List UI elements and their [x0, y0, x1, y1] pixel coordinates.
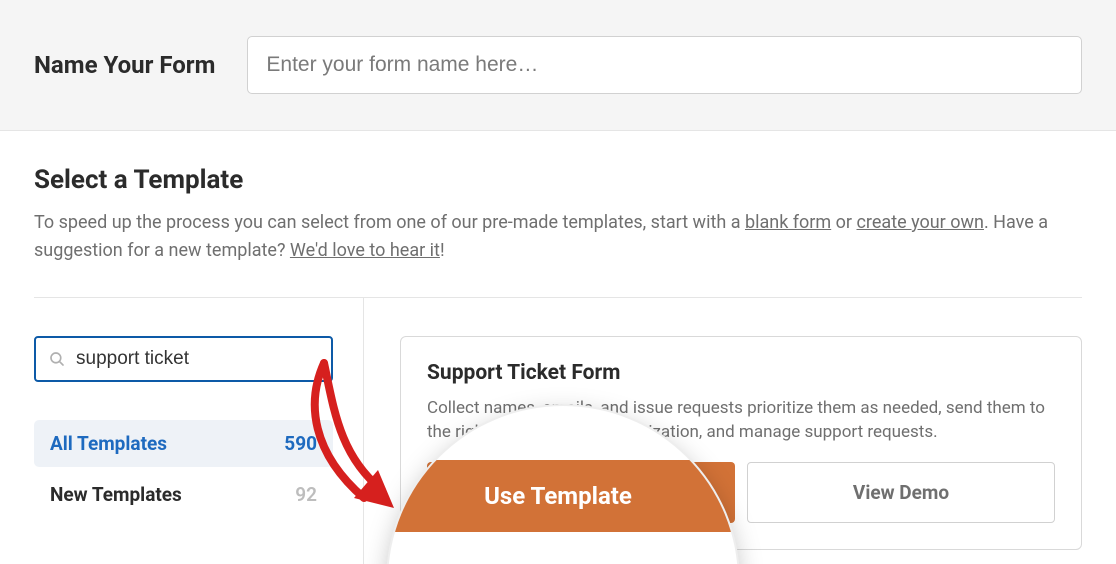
category-count: 92 [295, 483, 317, 506]
search-templates[interactable] [34, 336, 333, 382]
category-count: 590 [284, 432, 317, 455]
content-area: Select a Template To speed up the proces… [0, 131, 1116, 564]
link-blank-form[interactable]: blank form [745, 212, 831, 233]
template-results: Support Ticket Form Collect names, email… [364, 298, 1082, 564]
category-list: All Templates 590 New Templates 92 [34, 420, 333, 518]
desc-text-2: or [831, 212, 856, 233]
desc-text-1: To speed up the process you can select f… [34, 212, 745, 233]
template-title: Support Ticket Form [427, 361, 1055, 385]
template-description: Collect names, emails, and issue request… [427, 397, 1055, 445]
header-bar: Name Your Form [0, 0, 1116, 131]
view-demo-button[interactable]: View Demo [747, 462, 1055, 523]
select-template-heading: Select a Template [34, 165, 1082, 195]
use-template-button[interactable]: Use Template [427, 462, 735, 523]
category-new-templates[interactable]: New Templates 92 [34, 471, 333, 518]
template-card: Support Ticket Form Collect names, email… [400, 336, 1082, 551]
desc-text-4: ! [440, 240, 445, 261]
search-input[interactable] [76, 348, 321, 370]
form-name-input[interactable] [247, 36, 1082, 94]
category-label: New Templates [50, 483, 182, 506]
link-suggestion[interactable]: We'd love to hear it [290, 240, 440, 261]
template-sidebar: All Templates 590 New Templates 92 [34, 298, 364, 564]
link-create-your-own[interactable]: create your own [857, 212, 984, 233]
category-all-templates[interactable]: All Templates 590 [34, 420, 333, 467]
category-label: All Templates [50, 432, 167, 455]
search-icon [48, 350, 66, 368]
template-actions: Use Template View Demo [427, 462, 1055, 523]
select-template-description: To speed up the process you can select f… [34, 209, 1082, 265]
page-title: Name Your Form [34, 51, 215, 79]
template-browser: All Templates 590 New Templates 92 Suppo… [34, 297, 1082, 564]
